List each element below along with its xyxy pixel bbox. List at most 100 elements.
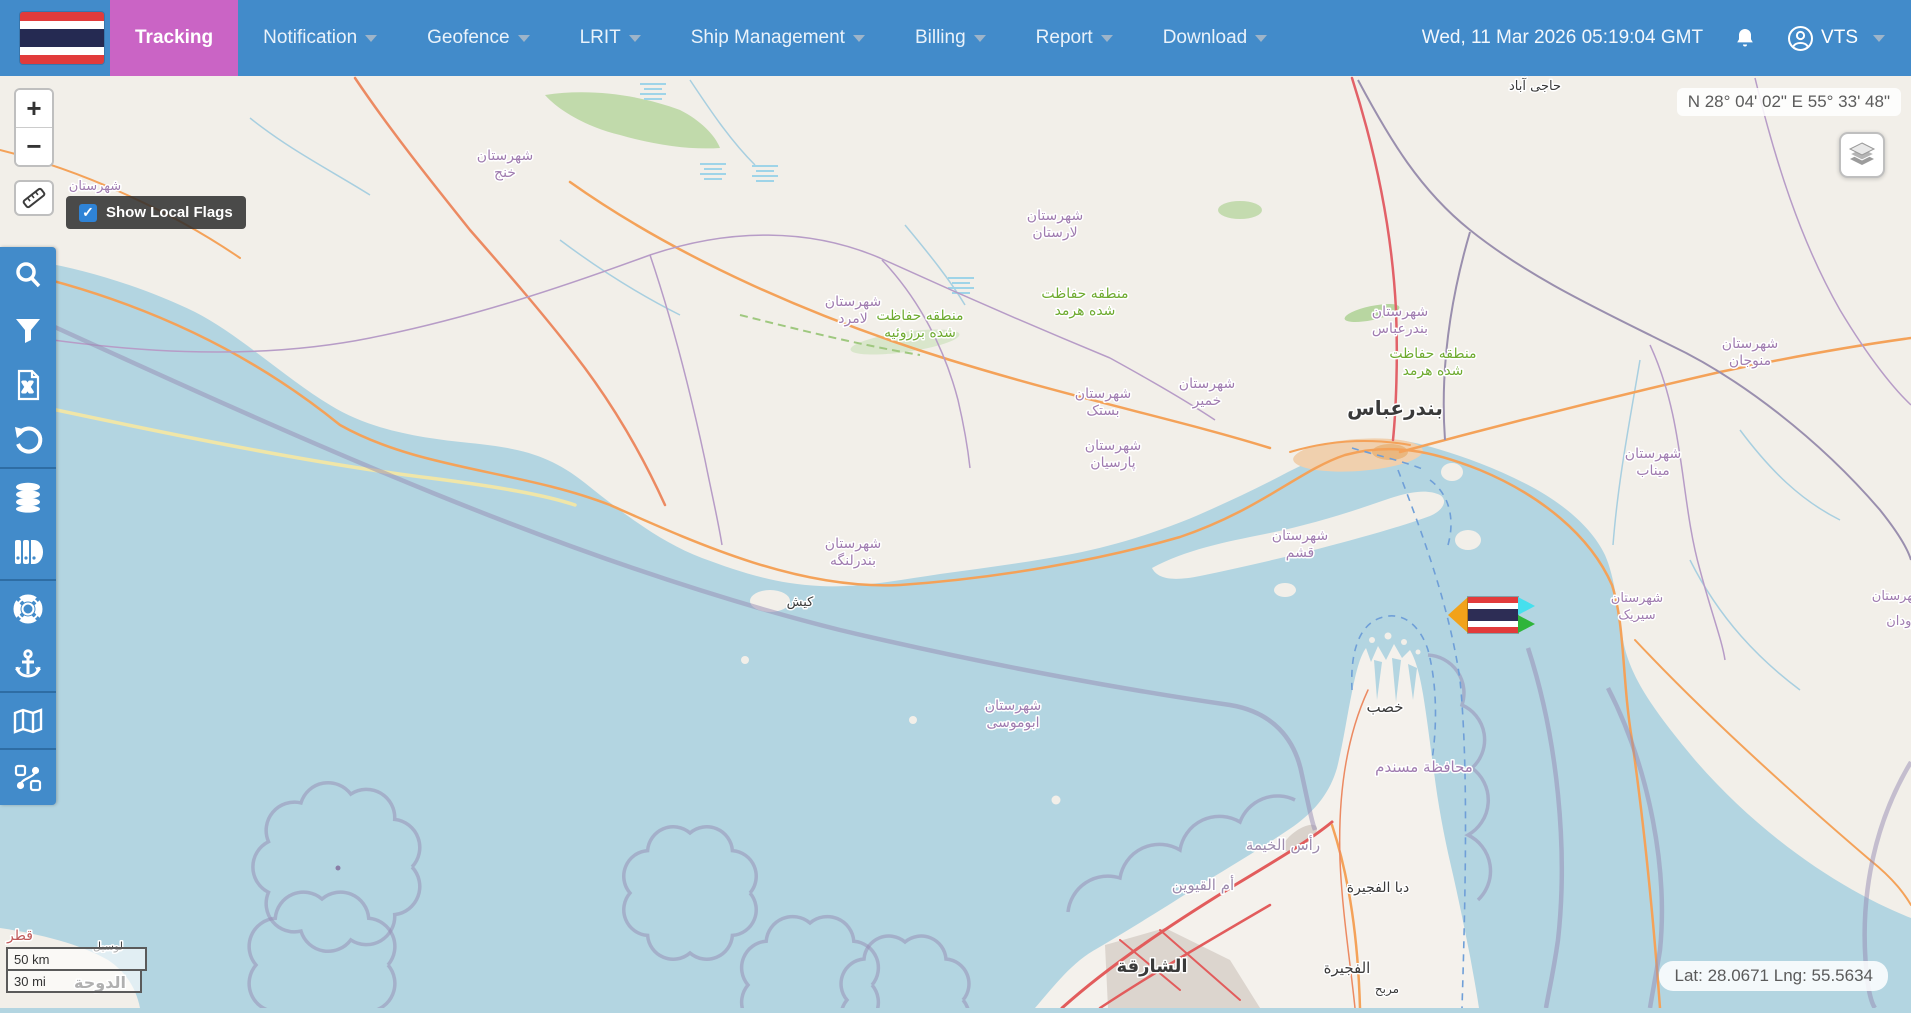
chevron-down-icon — [1255, 35, 1267, 42]
show-local-flags-toggle[interactable]: ✓ Show Local Flags — [66, 196, 246, 229]
green-area — [1218, 201, 1262, 219]
menu-billing[interactable]: Billing — [890, 0, 1011, 76]
refresh-undo-button[interactable] — [0, 412, 56, 467]
map-container[interactable]: شهرستانخنجشهرستانلارستانشهرستانبندرعباسش… — [0, 0, 1911, 1008]
map-label: شهرستانبندرعباس — [1372, 304, 1428, 337]
menu-label: Notification — [263, 27, 357, 49]
notifications-bell-button[interactable] — [1733, 26, 1757, 50]
island-hengam — [1274, 583, 1296, 597]
map-toolbar: X — [0, 247, 56, 805]
map-label: شهرستانپارسیان — [1085, 438, 1141, 471]
chevron-down-icon — [974, 35, 986, 42]
islet — [1369, 637, 1375, 643]
menu-lrit[interactable]: LRIT — [555, 0, 666, 76]
tab-tracking[interactable]: Tracking — [110, 0, 238, 76]
islet — [1416, 650, 1421, 655]
map-label: مربح — [1375, 982, 1399, 997]
scale-mi: 30 mi — [6, 969, 142, 993]
sar-lifebuoy-button[interactable] — [0, 581, 56, 636]
filter-icon — [13, 315, 43, 345]
mouse-coordinates-display: N 28° 04' 02" E 55° 33' 48" — [1677, 88, 1901, 116]
chevron-down-icon — [365, 35, 377, 42]
top-navbar: Tracking Notification Geofence LRIT Ship… — [0, 0, 1911, 76]
ports-anchor-button[interactable] — [0, 636, 56, 691]
map-label: شهرستان — [1872, 589, 1911, 604]
cursor-latlng-display: Lat: 28.0671 Lng: 55.5634 — [1659, 961, 1888, 991]
show-flags-checkbox[interactable]: ✓ — [79, 204, 97, 222]
search-icon — [12, 259, 44, 291]
layers-icon — [1845, 138, 1879, 172]
scale-km: 50 km — [6, 947, 147, 971]
vessel-arrow-bottom — [1518, 615, 1535, 633]
map-label: أم القيوين — [1172, 875, 1234, 894]
islet — [1052, 796, 1061, 805]
svg-text:X: X — [22, 381, 32, 396]
islet — [741, 656, 749, 664]
map-label: رودان — [1886, 614, 1911, 629]
map-label: دبا الفجيرة — [1347, 880, 1409, 896]
islet — [1385, 633, 1392, 640]
chevron-down-icon — [1873, 35, 1885, 42]
zoom-control: + − — [14, 88, 54, 167]
thailand-flag — [1468, 597, 1518, 633]
menu-ship-management[interactable]: Ship Management — [666, 0, 890, 76]
show-flags-label: Show Local Flags — [106, 204, 233, 221]
app-logo-thai-flag[interactable] — [20, 12, 104, 64]
map-label: کیش — [787, 595, 814, 610]
island-hormuz — [1441, 463, 1463, 481]
share-nodes-icon — [13, 763, 43, 793]
menu-download[interactable]: Download — [1138, 0, 1293, 76]
zoom-out-button[interactable]: − — [16, 128, 52, 165]
map-label: خصب — [1366, 698, 1403, 716]
basemap-button[interactable] — [0, 693, 56, 748]
map-label: شهرستانبندرلنگه — [825, 536, 881, 569]
vessel-marker-thailand[interactable] — [1448, 597, 1535, 633]
menu-label: Ship Management — [691, 27, 845, 49]
menu-label: Report — [1036, 27, 1093, 49]
excel-export-button[interactable]: X — [0, 357, 56, 412]
map-canvas[interactable]: شهرستانخنجشهرستانلارستانشهرستانبندرعباسش… — [0, 0, 1911, 1008]
vessel-bow — [1448, 597, 1468, 633]
layers-control-button[interactable] — [1839, 132, 1885, 178]
map-label: رأس الخيمة — [1246, 835, 1320, 854]
tab-tracking-label: Tracking — [135, 27, 213, 49]
map-label: شهرستانلارستان — [1027, 208, 1083, 241]
measure-tool-button[interactable] — [14, 180, 54, 216]
island-point — [336, 866, 341, 871]
archive-records-button[interactable] — [0, 524, 56, 579]
zoom-in-button[interactable]: + — [16, 90, 52, 128]
anchor-icon — [12, 648, 44, 680]
map-label: قطر — [6, 928, 33, 944]
map-label: محافظة مسندم — [1375, 758, 1473, 776]
islet — [1401, 639, 1407, 645]
database-layers-button[interactable] — [0, 469, 56, 524]
chevron-down-icon — [853, 35, 865, 42]
menu-report[interactable]: Report — [1011, 0, 1138, 76]
search-tool-button[interactable] — [0, 247, 56, 302]
map-label: الشارقة — [1116, 956, 1187, 977]
map-label: شهرستان — [69, 179, 121, 194]
menu-label: LRIT — [580, 27, 621, 49]
map-scale-control: 50 km 30 mi — [6, 947, 147, 993]
map-label: حاجی آباد — [1509, 77, 1561, 94]
datetime-display: Wed, 11 Mar 2026 05:19:04 GMT — [1422, 27, 1703, 49]
vessel-arrow-top — [1518, 597, 1535, 615]
integrations-button[interactable] — [0, 750, 56, 805]
map-label: منطقه حفاظتشده برزوئیه — [876, 308, 963, 341]
island-larak — [1455, 530, 1481, 550]
chevron-down-icon — [629, 35, 641, 42]
chevron-down-icon — [518, 35, 530, 42]
map-label: شهرستانمنوجان — [1722, 336, 1778, 369]
chevron-down-icon — [1101, 35, 1113, 42]
undo-rotate-icon — [12, 424, 44, 456]
user-menu[interactable]: VTS — [1787, 25, 1885, 52]
map-label: بندرعباس — [1347, 396, 1443, 420]
user-name: VTS — [1821, 27, 1858, 49]
islet — [909, 716, 917, 724]
archive-binders-icon — [12, 536, 44, 568]
menu-notification[interactable]: Notification — [238, 0, 402, 76]
filter-tool-button[interactable] — [0, 302, 56, 357]
database-icon — [13, 481, 43, 513]
menu-geofence[interactable]: Geofence — [402, 0, 554, 76]
menu-label: Billing — [915, 27, 966, 49]
